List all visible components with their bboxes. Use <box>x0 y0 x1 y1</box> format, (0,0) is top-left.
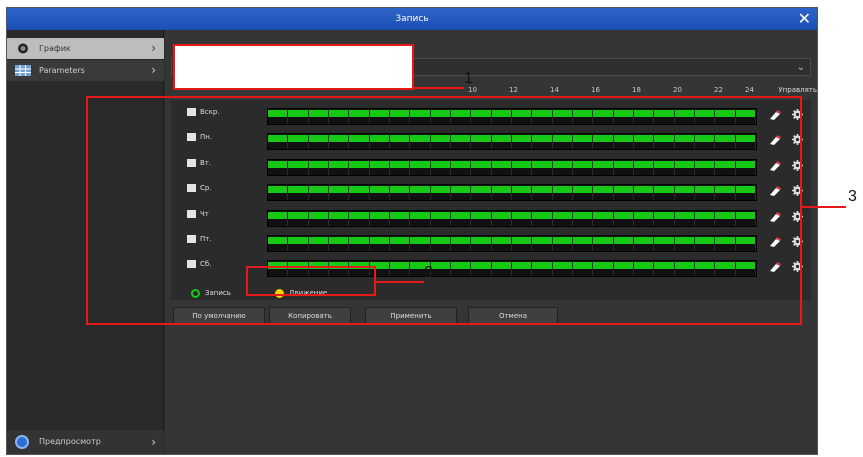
annotation-leader-1 <box>414 87 464 89</box>
annotation-number-1: 1 <box>464 70 473 87</box>
hour-label: 20 <box>673 86 682 94</box>
manage-header: Управлять <box>778 86 817 94</box>
window-title: Запись <box>395 14 429 24</box>
hour-label: 24 <box>745 86 754 94</box>
annotation-leader-2 <box>376 281 424 283</box>
chevron-right-icon: › <box>151 435 156 449</box>
hour-label: 14 <box>550 86 559 94</box>
hour-label: 22 <box>714 86 723 94</box>
annotation-box-1 <box>173 44 414 90</box>
sidebar-item-parameters[interactable]: Parameters › <box>7 60 164 81</box>
sidebar-item-preview[interactable]: Предпросмотр › <box>7 430 164 454</box>
sidebar-item-label: Предпросмотр <box>39 437 101 446</box>
chevron-down-icon: ⌄ <box>796 62 805 73</box>
annotation-leader-3 <box>802 206 846 208</box>
annotation-number-3: 3 <box>848 188 857 205</box>
title-bar: Запись ✕ <box>7 8 817 30</box>
chevron-right-icon: › <box>151 41 156 55</box>
sidebar-item-schedule[interactable]: График › <box>7 38 164 59</box>
preview-icon <box>15 435 29 449</box>
chevron-right-icon: › <box>151 63 156 77</box>
annotation-number-2: 2 <box>424 264 433 281</box>
hour-label: 18 <box>632 86 641 94</box>
grid-icon <box>15 65 31 76</box>
annotation-box-3 <box>86 96 802 325</box>
sidebar-item-label: Parameters <box>39 66 85 75</box>
close-icon[interactable]: ✕ <box>798 8 811 30</box>
camera-icon <box>18 43 28 54</box>
annotation-box-2 <box>246 266 376 296</box>
hour-label: 16 <box>591 86 600 94</box>
hour-label: 12 <box>509 86 518 94</box>
sidebar-item-label: График <box>39 44 71 53</box>
